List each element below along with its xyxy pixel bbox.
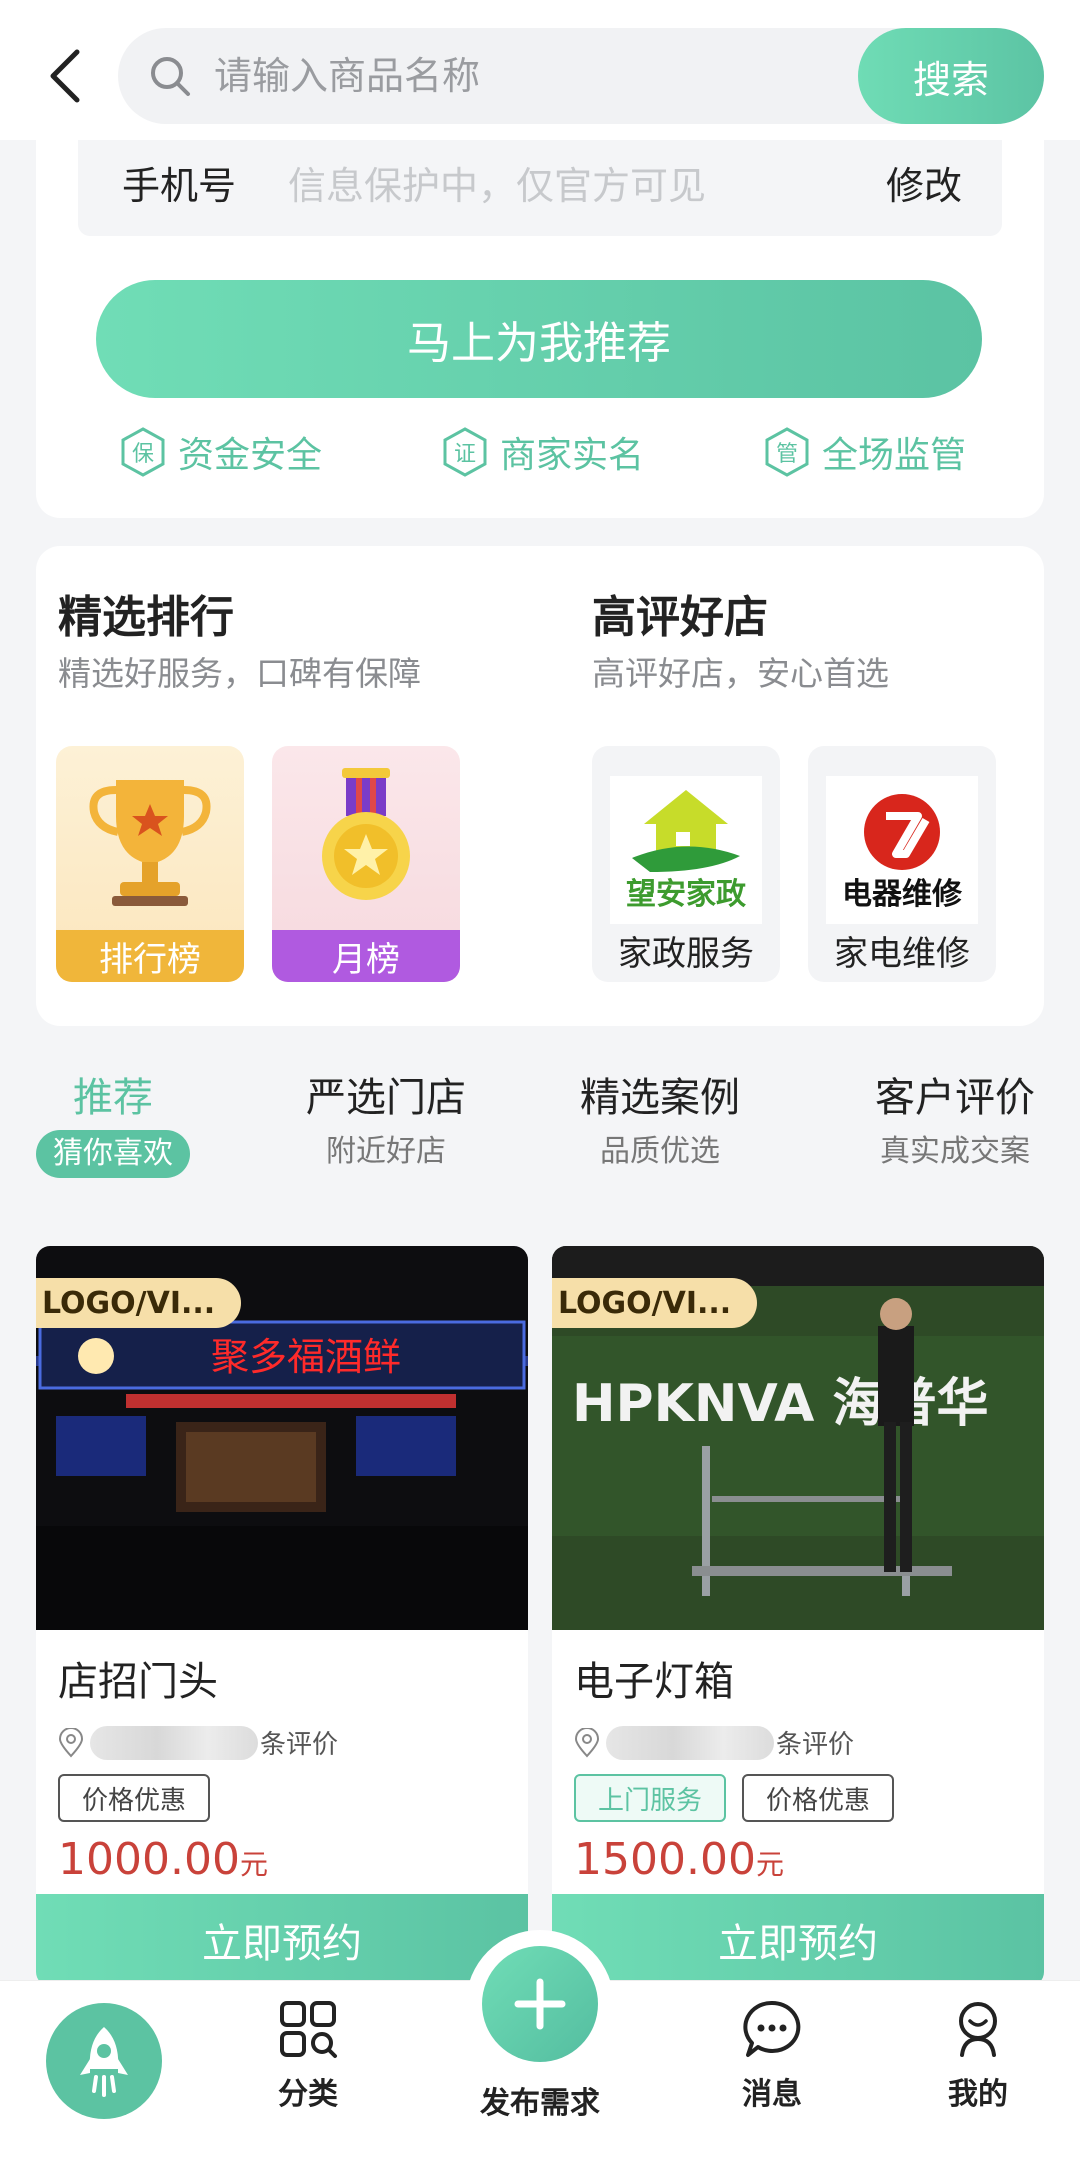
guarantee-funds: 保 资金安全 (120, 426, 322, 478)
recommend-form-card: 手机号 信息保护中，仅官方可见 修改 马上为我推荐 保 资金安全 证 商家实名 … (36, 100, 1044, 518)
phone-value: 信息保护中，仅官方可见 (288, 164, 707, 208)
tab-stores[interactable]: 严选门店 附近好店 (296, 1070, 476, 1174)
appliance-repair-logo: 电器维修 (826, 776, 978, 924)
product-price: 1500.00元 (574, 1830, 784, 1899)
svg-text:HPKNVA 海普华: HPKNVA 海普华 (572, 1374, 989, 1434)
shops-title: 高评好店 (592, 592, 768, 643)
ranking-tile[interactable]: 排行榜 (56, 746, 244, 982)
blurred-location (606, 1725, 774, 1760)
tag-onsite-service: 上门服务 (574, 1774, 727, 1822)
svg-text:电器维修: 电器维修 (842, 877, 963, 912)
medal-icon (322, 768, 410, 900)
search-icon (151, 57, 190, 96)
housekeeping-logo: 望安家政 (610, 776, 762, 924)
price-value: 1000.00 (58, 1834, 240, 1885)
price-value: 1500.00 (574, 1834, 756, 1885)
product-tags: 上门服务 价格优惠 (574, 1774, 895, 1822)
guarantee-label: 全场监管 (822, 435, 967, 476)
book-now-button[interactable]: 立即预约 (552, 1894, 1044, 1986)
tab-subtitle: 猜你喜欢 (36, 1130, 190, 1178)
ranking-tile-label: 排行榜 (56, 930, 244, 982)
chevron-left-icon (50, 49, 80, 103)
shop-tile-housekeeping[interactable]: 望安家政 家政服务 (592, 746, 780, 982)
category-tag: LOGO/VI... (552, 1278, 758, 1328)
trophy-icon (89, 780, 211, 906)
product-tags: 价格优惠 (58, 1774, 211, 1822)
tab-subtitle: 附近好店 (326, 1134, 446, 1169)
tab-title: 推荐 (73, 1075, 153, 1121)
shield-badge-icon: 保 (120, 427, 166, 477)
ranking-title: 精选排行 (58, 592, 234, 643)
search-placeholder[interactable]: 请输入商品名称 (214, 52, 480, 100)
tab-reviews[interactable]: 客户评价 真实成交案 (860, 1070, 1050, 1174)
guarantee-verified: 证 商家实名 (442, 426, 644, 478)
back-button[interactable] (34, 36, 94, 116)
grid-icon (280, 2001, 337, 2058)
monthly-tile-label: 月榜 (272, 930, 460, 982)
category-tag: LOGO/VI... (36, 1278, 242, 1328)
tab-title: 精选案例 (580, 1075, 740, 1121)
user-icon (959, 2002, 997, 2057)
location-pin-icon (574, 1727, 600, 1757)
product-card[interactable]: 聚多福酒鲜 LOGO/VI... 店招门头 条评价 价格优惠 1000.00元 … (36, 1246, 528, 1986)
rocket-icon (80, 2027, 128, 2097)
svg-text:望安家政: 望安家政 (626, 877, 746, 912)
product-price: 1000.00元 (58, 1830, 268, 1899)
book-now-button[interactable]: 立即预约 (36, 1894, 528, 1986)
product-meta: 条评价 (574, 1724, 854, 1761)
tag-discount: 价格优惠 (58, 1774, 211, 1822)
svg-text:聚多福酒鲜: 聚多福酒鲜 (211, 1335, 401, 1379)
chat-bubble-icon (743, 2000, 801, 2057)
shops-subtitle: 高评好店，安心首选 (592, 654, 889, 693)
guarantee-label: 商家实名 (500, 435, 645, 476)
publish-request-label: 发布需求 (480, 2086, 600, 2121)
product-name: 电子灯箱 (574, 1659, 734, 1705)
page: 请输入商品名称 搜索 手机号 信息保护中，仅官方可见 修改 马上为我推荐 保 资… (0, 0, 1080, 2175)
plus-icon (514, 1978, 566, 2030)
shop-label: 家电维修 (834, 934, 970, 974)
product-meta: 条评价 (58, 1724, 338, 1761)
nav-messages[interactable]: 消息 (702, 1999, 842, 2113)
tab-title: 客户评价 (875, 1075, 1035, 1121)
review-count-suffix: 条评价 (776, 1730, 855, 1760)
price-unit: 元 (239, 1848, 268, 1881)
tab-subtitle: 真实成交案 (880, 1134, 1030, 1169)
guarantee-label: 资金安全 (178, 435, 323, 476)
tab-recommend[interactable]: 推荐 猜你喜欢 (36, 1070, 190, 1178)
product-card[interactable]: HPKNVA 海普华 LOGO/VI... 电子灯箱 条评价 上门服务 价格优惠… (552, 1246, 1044, 1986)
monthly-tile[interactable]: 月榜 (272, 746, 460, 982)
nav-label: 消息 (742, 2077, 802, 2112)
review-count-suffix: 条评价 (260, 1730, 339, 1760)
product-name: 店招门头 (58, 1659, 218, 1705)
certificate-badge-icon: 证 (442, 427, 488, 477)
recommend-button[interactable]: 马上为我推荐 (96, 280, 982, 398)
shop-tile-appliance[interactable]: 电器维修 家电维修 (808, 746, 996, 982)
featured-card: 精选排行 精选好服务，口碑有保障 高评好店 高评好店，安心首选 排行榜 月榜 望… (36, 546, 1044, 1026)
top-bar: 请输入商品名称 搜索 (0, 0, 1080, 140)
blurred-location (90, 1725, 258, 1760)
shop-label: 家政服务 (618, 934, 754, 974)
tab-cases[interactable]: 精选案例 品质优选 (570, 1070, 750, 1174)
nav-category[interactable]: 分类 (238, 1999, 378, 2113)
price-unit: 元 (755, 1848, 784, 1881)
tab-subtitle: 品质优选 (600, 1134, 720, 1169)
nav-mine[interactable]: 我的 (908, 1999, 1048, 2113)
search-bar[interactable]: 请输入商品名称 搜索 (118, 28, 1044, 124)
edit-phone-button[interactable]: 修改 (886, 160, 962, 212)
search-button[interactable]: 搜索 (858, 28, 1044, 124)
location-pin-icon (58, 1727, 84, 1757)
guarantee-supervision: 管 全场监管 (764, 426, 966, 478)
supervision-badge-icon: 管 (764, 427, 810, 477)
nav-label: 我的 (948, 2077, 1008, 2112)
home-rocket-button[interactable] (46, 2003, 162, 2119)
tab-title: 严选门店 (306, 1075, 466, 1121)
tag-discount: 价格优惠 (742, 1774, 895, 1822)
nav-label: 分类 (278, 2077, 338, 2112)
publish-request-button[interactable] (482, 1946, 598, 2062)
phone-label: 手机号 (122, 164, 237, 208)
ranking-subtitle: 精选好服务，口碑有保障 (58, 654, 421, 693)
phone-row: 手机号 信息保护中，仅官方可见 修改 (78, 136, 1002, 236)
